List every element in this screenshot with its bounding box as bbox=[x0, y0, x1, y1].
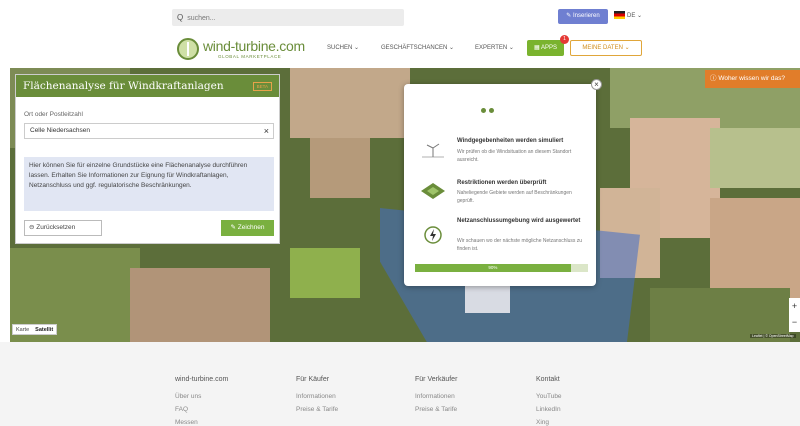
map-attribution[interactable]: Leaflet | © OpenStreetMap bbox=[750, 334, 796, 338]
footer-link[interactable]: Messen bbox=[175, 419, 198, 426]
zoom-out-icon[interactable]: − bbox=[789, 314, 800, 330]
logo-blade bbox=[187, 42, 189, 56]
map-type-satellit[interactable]: Satellit bbox=[32, 325, 56, 334]
footer-link[interactable]: Informationen bbox=[415, 393, 455, 400]
insert-button[interactable]: ✎ Inserieren bbox=[558, 9, 608, 24]
main-header bbox=[0, 34, 800, 68]
panel-header: Flächenanalyse für Windkraftanlagen BETA bbox=[16, 75, 279, 97]
pencil-icon: ✎ bbox=[230, 224, 238, 231]
clear-icon[interactable]: × bbox=[264, 124, 269, 138]
logo-subtitle: GLOBAL MARKETPLACE bbox=[218, 54, 282, 59]
loading-dot bbox=[489, 108, 494, 113]
footer-link[interactable]: Preise & Tarife bbox=[415, 406, 457, 413]
apps-label: APPS bbox=[541, 45, 558, 51]
footer-column-title: Für Verkäufer bbox=[415, 376, 458, 383]
draw-label: Zeichnen bbox=[237, 224, 265, 231]
insert-label: Inserieren bbox=[573, 13, 600, 19]
footer-link[interactable]: LinkedIn bbox=[536, 406, 561, 413]
footer-link[interactable]: Preise & Tarife bbox=[296, 406, 338, 413]
step-title: Netzanschlussumgebung wird ausgewertet bbox=[457, 218, 581, 224]
zoom-in-icon[interactable]: + bbox=[789, 298, 800, 314]
logo-title[interactable]: wind-turbine.com bbox=[203, 38, 305, 54]
map-type-karte[interactable]: Karte bbox=[13, 325, 32, 334]
reset-button[interactable]: ⊖ Zurücksetzen bbox=[24, 220, 102, 236]
map-field bbox=[710, 198, 800, 298]
nav-label: EXPERTEN bbox=[475, 45, 508, 51]
nav-item-suchen[interactable]: SUCHEN ⌄ bbox=[327, 44, 359, 51]
language-label: DE bbox=[627, 13, 636, 19]
footer-link[interactable]: Informationen bbox=[296, 393, 336, 400]
map-field bbox=[130, 268, 270, 342]
woher-label: Woher wissen wir das? bbox=[718, 75, 786, 82]
chevron-down-icon: ⌄ bbox=[624, 45, 630, 51]
map-field bbox=[465, 283, 510, 313]
woher-info-button[interactable]: ⓘ Woher wissen wir das? bbox=[705, 70, 800, 88]
german-flag-icon bbox=[614, 11, 625, 20]
nav-item-experten[interactable]: EXPERTEN ⌄ bbox=[475, 44, 514, 51]
footer-column-title: wind-turbine.com bbox=[175, 376, 229, 383]
step-text: Naheliegende Gebiete werden auf Beschrän… bbox=[457, 190, 572, 204]
close-icon[interactable]: × bbox=[591, 79, 602, 90]
my-data-button[interactable]: MEINE DATEN ⌄ bbox=[570, 40, 642, 56]
progress-fill: 90% bbox=[415, 264, 571, 272]
footer-link[interactable]: FAQ bbox=[175, 406, 188, 413]
footer bbox=[0, 342, 800, 426]
zoom-control[interactable]: + − bbox=[789, 298, 800, 332]
chevron-down-icon: ⌄ bbox=[637, 13, 643, 19]
beta-badge: BETA bbox=[252, 82, 272, 91]
step-title: Windgegebenheiten werden simuliert bbox=[457, 138, 564, 144]
analysis-panel: Flächenanalyse für Windkraftanlagen BETA… bbox=[15, 74, 280, 244]
nav-label: SUCHEN bbox=[327, 45, 353, 51]
location-input[interactable]: Celle Niedersachsen × bbox=[24, 123, 274, 139]
nav-item-geschaeftschancen[interactable]: GESCHÄFTSCHANCEN ⌄ bbox=[381, 44, 454, 51]
step-text: Wir prüfen ob die Windsituation an diese… bbox=[457, 149, 572, 163]
footer-column-title: Kontakt bbox=[536, 376, 560, 383]
map-field bbox=[290, 68, 410, 138]
step-title: Restriktionen werden überprüft bbox=[457, 180, 547, 186]
map-type-toggle: Karte Satellit bbox=[12, 324, 58, 335]
step-text: Wir schauen wo der nächste mögliche Netz… bbox=[457, 238, 583, 252]
loading-indicator bbox=[481, 100, 497, 118]
loading-dot bbox=[481, 108, 486, 113]
my-data-label: MEINE DATEN bbox=[582, 45, 623, 51]
panel-title: Flächenanalyse für Windkraftanlagen bbox=[23, 80, 224, 92]
chevron-down-icon: ⌄ bbox=[508, 45, 514, 51]
analysis-progress-bar: 90% bbox=[415, 264, 588, 272]
area-map-icon bbox=[421, 183, 445, 199]
footer-link[interactable]: Xing bbox=[536, 419, 549, 426]
location-value: Celle Niedersachsen bbox=[30, 127, 90, 134]
footer-link[interactable]: YouTube bbox=[536, 393, 562, 400]
chevron-down-icon: ⌄ bbox=[354, 45, 360, 51]
wind-turbine-icon bbox=[422, 143, 444, 158]
info-box: Hier können Sie für einzelne Grundstücke… bbox=[24, 157, 274, 211]
notification-badge: 1 bbox=[560, 35, 569, 44]
language-selector[interactable]: DE ⌄ bbox=[614, 10, 642, 22]
map-field bbox=[710, 128, 800, 188]
top-bar: Q suchen... ✎ Inserieren DE ⌄ bbox=[0, 0, 800, 34]
map-field bbox=[290, 248, 360, 298]
chevron-down-icon: ⌄ bbox=[449, 45, 455, 51]
map-field bbox=[310, 138, 370, 198]
search-icon: Q bbox=[177, 13, 184, 22]
grid-icon: ▦ bbox=[533, 45, 541, 51]
apps-button[interactable]: ▦ APPS bbox=[527, 40, 564, 56]
power-plug-icon bbox=[424, 226, 442, 244]
location-label: Ort oder Postleitzahl bbox=[24, 111, 83, 118]
footer-link[interactable]: Über uns bbox=[175, 393, 201, 400]
reset-label: Zurücksetzen bbox=[36, 224, 76, 231]
pencil-icon: ✎ bbox=[566, 13, 573, 19]
search-placeholder: suchen... bbox=[187, 15, 216, 22]
nav-label: GESCHÄFTSCHANCEN bbox=[381, 45, 448, 51]
draw-button[interactable]: ✎ Zeichnen bbox=[221, 220, 274, 236]
footer-column-title: Für Käufer bbox=[296, 376, 330, 383]
search-input[interactable]: Q suchen... bbox=[172, 9, 404, 26]
